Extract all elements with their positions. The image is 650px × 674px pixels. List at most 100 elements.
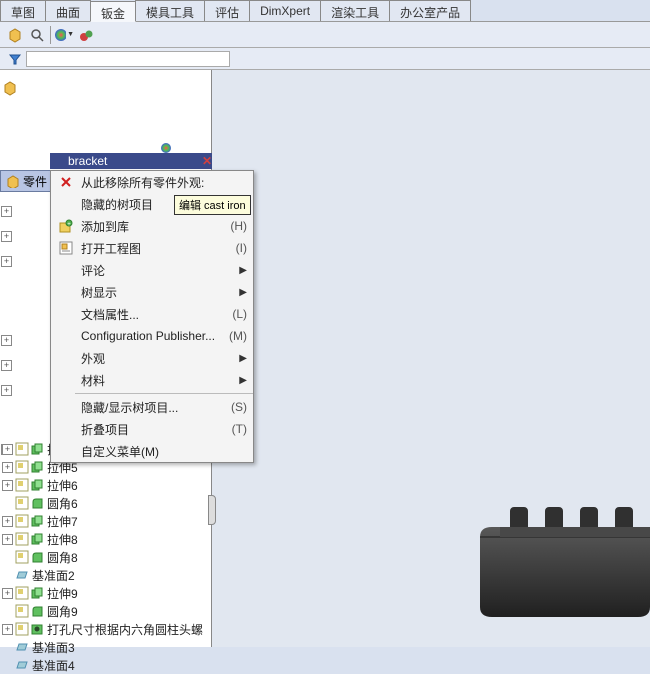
tab-sketch[interactable]: 草图 xyxy=(0,0,46,21)
feature-manager-tab-icon[interactable] xyxy=(2,80,18,99)
menu-item[interactable]: 外观▶ xyxy=(51,347,253,369)
appearance-color-icon[interactable]: ▼ xyxy=(53,24,75,46)
tab-office[interactable]: 办公室产品 xyxy=(389,0,471,21)
expander[interactable]: + xyxy=(1,231,12,242)
tooltip: 编辑 cast iron xyxy=(174,195,251,215)
remove-x-icon[interactable]: ✕ xyxy=(202,154,212,168)
tree-row-icons xyxy=(15,622,44,636)
menu-item[interactable]: 从此移除所有零件外观: xyxy=(51,171,253,193)
blank-icon xyxy=(57,349,75,367)
blank-icon xyxy=(57,261,75,279)
tree-row-icons xyxy=(15,586,44,600)
part-icon-svg xyxy=(7,27,23,43)
expander[interactable]: + xyxy=(1,360,12,371)
tab-surface[interactable]: 曲面 xyxy=(45,0,91,21)
blank-icon xyxy=(57,283,75,301)
tree-row-icons xyxy=(15,496,44,510)
selected-tree-item[interactable]: bracket ✕ xyxy=(50,153,220,169)
extrude-icon xyxy=(30,478,44,492)
drawing-icon xyxy=(15,496,29,510)
tree-header-label: 零件 xyxy=(23,173,47,190)
filter-icon[interactable] xyxy=(4,48,26,70)
expander[interactable]: + xyxy=(1,256,12,267)
tree-row[interactable]: 基准面3 xyxy=(0,638,211,656)
feature-tree-toolbar: ▼ xyxy=(0,22,650,48)
drawing-icon xyxy=(15,442,29,456)
expander[interactable]: + xyxy=(2,480,13,491)
fillet-icon xyxy=(30,604,44,618)
tab-render[interactable]: 渲染工具 xyxy=(320,0,390,21)
part-icon[interactable] xyxy=(4,24,26,46)
extrude-icon xyxy=(30,586,44,600)
zoom-fit-icon[interactable] xyxy=(26,24,48,46)
expander xyxy=(2,498,13,509)
expander xyxy=(2,660,13,671)
tab-dimxpert[interactable]: DimXpert xyxy=(249,0,321,21)
tab-evaluate[interactable]: 评估 xyxy=(204,0,250,21)
spheres-icon xyxy=(79,28,93,42)
expander[interactable]: + xyxy=(2,516,13,527)
filter-toolbar xyxy=(0,48,650,70)
viewport-3d[interactable] xyxy=(212,70,650,647)
menu-item[interactable]: 评论▶ xyxy=(51,259,253,281)
expander[interactable]: + xyxy=(1,385,12,396)
submenu-arrow-icon: ▶ xyxy=(239,287,247,298)
tab-moldtools[interactable]: 模具工具 xyxy=(135,0,205,21)
menu-item-label: 树显示 xyxy=(81,284,239,301)
menu-item[interactable]: 自定义菜单(M) xyxy=(51,440,253,462)
tree-row-icons xyxy=(15,514,44,528)
drawing-icon xyxy=(15,550,29,564)
blank-icon xyxy=(57,442,75,460)
tree-row[interactable]: 圆角8 xyxy=(0,548,211,566)
tree-row-label: 圆角9 xyxy=(47,603,78,620)
drawing-icon xyxy=(15,478,29,492)
drawing-icon xyxy=(15,532,29,546)
filter-input[interactable] xyxy=(26,51,230,67)
tree-row[interactable]: +打孔尺寸根据内六角圆柱头螺 xyxy=(0,620,211,638)
tree-row-icons xyxy=(15,460,44,474)
tree-row-label: 基准面2 xyxy=(32,567,75,584)
menu-item[interactable]: 文档属性...(L) xyxy=(51,303,253,325)
cube-icon xyxy=(2,80,18,96)
tree-row[interactable]: 圆角9 xyxy=(0,602,211,620)
hole-icon xyxy=(30,622,44,636)
menu-item[interactable]: Configuration Publisher...(M) xyxy=(51,325,253,347)
work-area: bracket ✕ 零件 + + + + + + + +拉伸4+拉伸5+拉伸6圆… xyxy=(0,70,650,647)
tab-sheetmetal[interactable]: 钣金 xyxy=(90,1,136,22)
menu-item[interactable]: 树显示▶ xyxy=(51,281,253,303)
menu-item-shortcut: (L) xyxy=(232,307,247,321)
expander xyxy=(2,642,13,653)
extrude-icon xyxy=(30,460,44,474)
menu-item[interactable]: 隐藏/显示树项目...(S) xyxy=(51,396,253,418)
blank-icon xyxy=(57,305,75,323)
menu-item[interactable]: 打开工程图(I) xyxy=(51,237,253,259)
menu-separator xyxy=(75,393,253,394)
expander[interactable]: + xyxy=(2,444,13,455)
tree-row[interactable]: 基准面2 xyxy=(0,566,211,584)
menu-item[interactable]: 折叠项目(T) xyxy=(51,418,253,440)
tree-row-icons xyxy=(15,640,29,654)
expander[interactable]: + xyxy=(2,624,13,635)
drawing-icon xyxy=(15,586,29,600)
scene-icon[interactable] xyxy=(75,24,97,46)
expander[interactable]: + xyxy=(2,588,13,599)
red-x-icon xyxy=(57,173,75,191)
tree-row[interactable]: 基准面4 xyxy=(0,656,211,674)
menu-item[interactable]: +添加到库(H) xyxy=(51,215,253,237)
splitter-handle[interactable] xyxy=(208,495,216,525)
expander[interactable]: + xyxy=(2,534,13,545)
expander[interactable]: + xyxy=(1,206,12,217)
menu-item-label: Configuration Publisher... xyxy=(81,329,223,343)
tree-row[interactable]: + 拉伸9 xyxy=(0,584,211,602)
feature-tree: +拉伸4+拉伸5+拉伸6圆角6+拉伸7+拉伸8圆角8基准面2+拉伸9圆角9+打孔… xyxy=(0,440,211,674)
expander[interactable]: + xyxy=(2,462,13,473)
tree-row[interactable]: +拉伸7 xyxy=(0,512,211,530)
menu-item[interactable]: 材料▶ xyxy=(51,369,253,391)
tree-row[interactable]: 圆角6 xyxy=(0,494,211,512)
tree-row[interactable]: +拉伸8 xyxy=(0,530,211,548)
blank-icon xyxy=(57,420,75,438)
tree-row-label: 拉伸9 xyxy=(47,585,78,602)
tree-row[interactable]: +拉伸6 xyxy=(0,476,211,494)
expander[interactable]: + xyxy=(1,335,12,346)
menu-item-shortcut: (T) xyxy=(232,422,247,436)
